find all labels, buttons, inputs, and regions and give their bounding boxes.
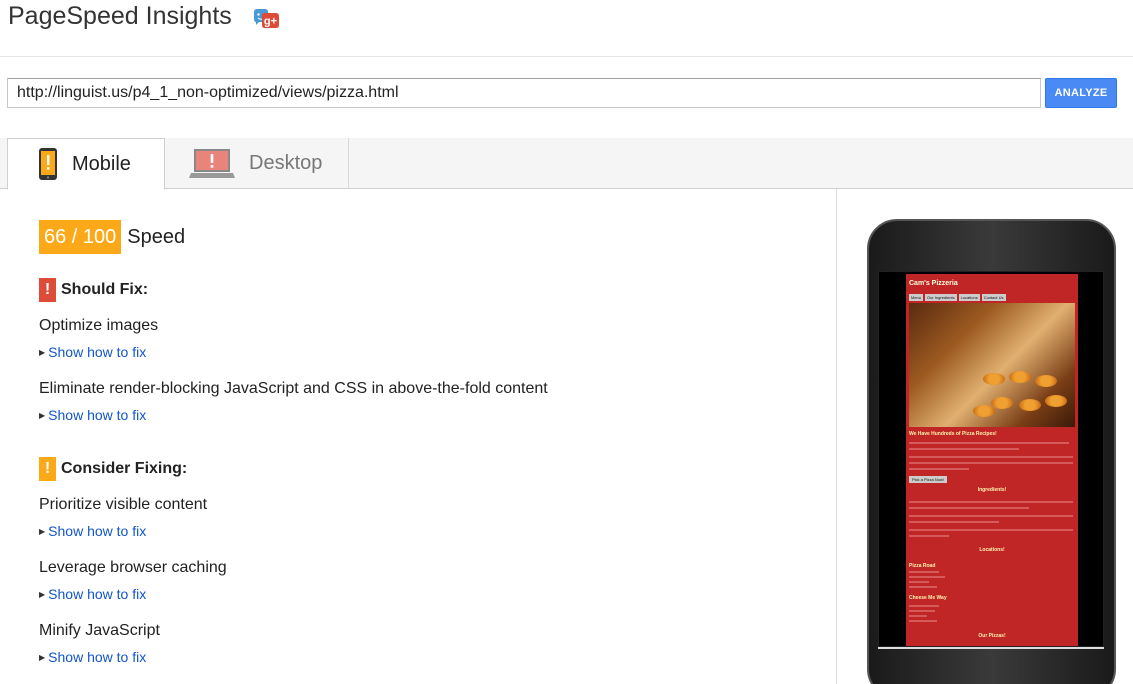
consider-fixing-title: Consider Fixing:	[61, 460, 188, 477]
link-label: Show how to fix	[48, 407, 147, 423]
warning-orange-icon: !	[39, 457, 56, 481]
preview-headline: We Have Hundreds of Pizza Recipes!	[909, 431, 997, 437]
preview-text-line	[909, 507, 1029, 509]
preview-text-line	[909, 615, 927, 617]
show-how-to-fix-link[interactable]: ▶ Show how to fix	[39, 523, 146, 539]
caret-right-icon: ▶	[39, 526, 46, 536]
tab-desktop[interactable]: Desktop	[165, 138, 349, 189]
preview-text-line	[909, 535, 949, 537]
rule-name[interactable]: Minify JavaScript	[39, 622, 160, 640]
preview-pick-button: Pick a Pizza Now!	[909, 476, 948, 483]
preview-text-line	[909, 521, 999, 523]
app-title: PageSpeed Insights	[8, 2, 232, 30]
preview-location-name: Pizza Road	[909, 563, 936, 569]
content-divider	[836, 189, 837, 684]
rule-name[interactable]: Eliminate render-blocking JavaScript and…	[39, 380, 548, 398]
preview-nav-item: Menu	[909, 294, 924, 301]
svg-text:g+: g+	[264, 16, 277, 28]
preview-text-line	[909, 610, 935, 612]
preview-location-name: Cheese Me Way	[909, 595, 947, 601]
caret-right-icon: ▶	[39, 347, 46, 357]
preview-text-line	[909, 586, 937, 588]
warning-red-icon: !	[39, 278, 56, 302]
preview-nav-item: Locations	[958, 294, 980, 301]
should-fix-title: Should Fix:	[61, 281, 149, 298]
rule-name[interactable]: Leverage browser caching	[39, 559, 227, 577]
should-fix-header: ! Should Fix:	[39, 278, 148, 302]
mobile-phone-icon	[39, 148, 57, 180]
preview-pizza-photo	[909, 303, 1075, 427]
google-plus-icon[interactable]: g+	[252, 8, 280, 30]
link-label: Show how to fix	[48, 586, 147, 602]
desktop-monitor-icon	[189, 148, 235, 178]
preview-text-line	[909, 468, 969, 470]
preview-site: Cam's Pizzeria Menu Our Ingredients Loca…	[906, 274, 1078, 646]
mobile-preview-screen: Cam's Pizzeria Menu Our Ingredients Loca…	[878, 271, 1104, 647]
preview-text-line	[909, 605, 939, 607]
rule-name[interactable]: Prioritize visible content	[39, 496, 207, 514]
preview-text-line	[909, 462, 1073, 464]
preview-text-line	[909, 442, 1069, 444]
analyze-button[interactable]: ANALYZE	[1045, 78, 1117, 108]
url-input[interactable]	[7, 78, 1041, 108]
preview-nav-item: Contact Us	[981, 294, 1006, 301]
preview-text-line	[909, 456, 1073, 458]
link-label: Show how to fix	[48, 344, 147, 360]
score-badge: 66 / 100	[39, 220, 122, 254]
preview-text-line	[909, 581, 929, 583]
show-how-to-fix-link[interactable]: ▶ Show how to fix	[39, 407, 146, 423]
preview-text-line	[909, 515, 1073, 517]
show-how-to-fix-link[interactable]: ▶ Show how to fix	[39, 586, 146, 602]
rule-name[interactable]: Optimize images	[39, 317, 158, 335]
preview-pizzas-heading: Our Pizzas!	[978, 633, 1006, 639]
speed-score: 66 / 100 Speed	[39, 220, 185, 254]
tab-desktop-label: Desktop	[249, 152, 323, 174]
link-label: Show how to fix	[48, 649, 147, 665]
preview-text-line	[909, 571, 939, 573]
show-how-to-fix-link[interactable]: ▶ Show how to fix	[39, 649, 146, 665]
tab-mobile-label: Mobile	[72, 152, 131, 175]
caret-right-icon: ▶	[39, 589, 46, 599]
phone-screen-edge	[878, 647, 1104, 649]
preview-text-line	[909, 501, 1073, 503]
preview-text-line	[909, 529, 1073, 531]
preview-site-title: Cam's Pizzeria	[909, 280, 958, 287]
preview-locations-heading: Locations!	[979, 547, 1005, 553]
preview-nav: Menu Our Ingredients Locations Contact U…	[909, 294, 1006, 301]
score-label: Speed	[127, 225, 186, 248]
show-how-to-fix-link[interactable]: ▶ Show how to fix	[39, 344, 146, 360]
consider-fixing-header: ! Consider Fixing:	[39, 457, 187, 481]
caret-right-icon: ▶	[39, 410, 46, 420]
preview-ingredients-heading: Ingredients!	[977, 487, 1007, 493]
header: PageSpeed Insights g+	[0, 0, 1133, 57]
caret-right-icon: ▶	[39, 652, 46, 662]
tab-bar: Mobile Desktop	[0, 138, 1133, 190]
preview-text-line	[909, 576, 945, 578]
tab-mobile[interactable]: Mobile	[7, 138, 165, 190]
preview-nav-item: Our Ingredients	[925, 294, 957, 301]
preview-text-line	[909, 448, 1019, 450]
preview-text-line	[909, 620, 937, 622]
link-label: Show how to fix	[48, 523, 147, 539]
